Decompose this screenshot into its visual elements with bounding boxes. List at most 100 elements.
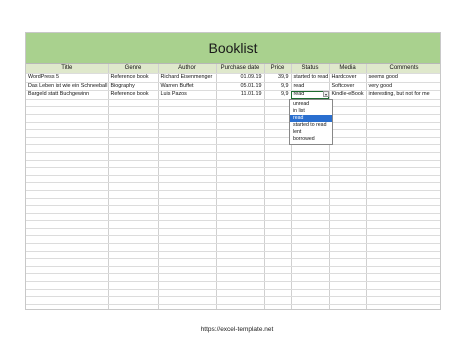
empty-cell[interactable] <box>216 251 265 260</box>
empty-cell[interactable] <box>158 213 217 222</box>
status-option-unread[interactable]: unread <box>290 101 332 108</box>
cell-status[interactable]: started to read <box>291 73 330 83</box>
empty-cell[interactable] <box>264 152 292 161</box>
empty-cell[interactable] <box>26 304 109 309</box>
empty-cell[interactable] <box>26 160 109 169</box>
empty-cell[interactable] <box>329 273 367 283</box>
empty-cell[interactable] <box>216 167 265 176</box>
empty-cell[interactable] <box>329 190 367 199</box>
empty-cell[interactable] <box>291 273 330 283</box>
empty-cell[interactable] <box>264 243 292 252</box>
empty-cell[interactable] <box>26 167 109 176</box>
cell-genre[interactable]: Reference book <box>108 73 159 83</box>
empty-cell[interactable] <box>108 129 159 138</box>
empty-cell[interactable] <box>108 122 159 131</box>
empty-cell[interactable] <box>264 228 292 237</box>
empty-cell[interactable] <box>329 266 367 275</box>
empty-cell[interactable] <box>26 175 109 184</box>
cell-media[interactable]: Hardcover <box>329 73 367 83</box>
empty-cell[interactable] <box>329 144 367 153</box>
status-option-borrowed[interactable]: borrowed <box>290 136 332 143</box>
empty-cell[interactable] <box>108 99 159 108</box>
empty-cell[interactable] <box>108 281 159 290</box>
col-header-price[interactable]: Price <box>264 64 292 74</box>
empty-cell[interactable] <box>264 99 292 108</box>
empty-cell[interactable] <box>264 106 292 115</box>
cell-media[interactable]: Softcover <box>329 82 367 92</box>
empty-cell[interactable] <box>366 258 440 267</box>
empty-cell[interactable] <box>366 220 440 229</box>
cell-comments[interactable]: seems good <box>366 73 440 83</box>
empty-cell[interactable] <box>216 273 265 283</box>
empty-cell[interactable] <box>108 144 159 153</box>
empty-cell[interactable] <box>216 160 265 169</box>
empty-cell[interactable] <box>108 190 159 199</box>
empty-cell[interactable] <box>264 144 292 153</box>
empty-cell[interactable] <box>366 144 440 153</box>
empty-cell[interactable] <box>366 228 440 237</box>
empty-cell[interactable] <box>366 106 440 115</box>
empty-cell[interactable] <box>158 281 217 290</box>
empty-cell[interactable] <box>291 243 330 252</box>
empty-cell[interactable] <box>108 182 159 191</box>
empty-cell[interactable] <box>108 273 159 283</box>
empty-cell[interactable] <box>26 213 109 222</box>
empty-cell[interactable] <box>108 258 159 267</box>
empty-cell[interactable] <box>216 137 265 146</box>
empty-cell[interactable] <box>108 304 159 309</box>
dropdown-arrow-icon[interactable]: ▾ <box>323 91 329 97</box>
empty-cell[interactable] <box>366 122 440 131</box>
empty-cell[interactable] <box>329 137 367 146</box>
empty-cell[interactable] <box>158 160 217 169</box>
empty-cell[interactable] <box>366 129 440 138</box>
empty-cell[interactable] <box>329 106 367 115</box>
empty-cell[interactable] <box>291 167 330 176</box>
cell-title[interactable]: Bargeld statt Buchgewinn <box>26 90 109 100</box>
empty-cell[interactable] <box>291 182 330 191</box>
empty-cell[interactable] <box>329 258 367 267</box>
empty-cell[interactable] <box>26 296 109 305</box>
empty-cell[interactable] <box>216 228 265 237</box>
empty-cell[interactable] <box>26 258 109 267</box>
empty-cell[interactable] <box>216 198 265 207</box>
empty-cell[interactable] <box>366 182 440 191</box>
empty-cell[interactable] <box>158 235 217 245</box>
empty-cell[interactable] <box>291 152 330 161</box>
empty-cell[interactable] <box>329 175 367 184</box>
empty-cell[interactable] <box>366 137 440 146</box>
empty-cell[interactable] <box>291 190 330 199</box>
empty-cell[interactable] <box>26 122 109 131</box>
empty-cell[interactable] <box>158 190 217 199</box>
status-option-lent[interactable]: lent <box>290 129 332 136</box>
cell-price[interactable]: 9,9 <box>264 82 292 92</box>
cell-title[interactable]: WordPress 5 <box>26 73 109 83</box>
empty-cell[interactable] <box>158 114 217 123</box>
empty-cell[interactable] <box>158 137 217 146</box>
empty-cell[interactable] <box>158 266 217 275</box>
cell-status[interactable]: read <box>291 82 330 92</box>
empty-cell[interactable] <box>158 243 217 252</box>
col-header-genre[interactable]: Genre <box>108 64 159 74</box>
empty-cell[interactable] <box>108 289 159 298</box>
empty-cell[interactable] <box>366 198 440 207</box>
empty-cell[interactable] <box>264 175 292 184</box>
empty-cell[interactable] <box>291 281 330 290</box>
empty-cell[interactable] <box>366 114 440 123</box>
col-header-media[interactable]: Media <box>329 64 367 74</box>
empty-cell[interactable] <box>366 190 440 199</box>
empty-cell[interactable] <box>216 266 265 275</box>
empty-cell[interactable] <box>291 144 330 153</box>
empty-cell[interactable] <box>264 296 292 305</box>
empty-cell[interactable] <box>291 258 330 267</box>
empty-cell[interactable] <box>329 167 367 176</box>
cell-genre[interactable]: Biography <box>108 82 159 92</box>
empty-cell[interactable] <box>26 137 109 146</box>
empty-cell[interactable] <box>26 198 109 207</box>
empty-cell[interactable] <box>108 175 159 184</box>
empty-cell[interactable] <box>264 160 292 169</box>
cell-purchase-date[interactable]: 11.01.19 <box>216 90 265 100</box>
empty-cell[interactable] <box>329 160 367 169</box>
empty-cell[interactable] <box>329 251 367 260</box>
empty-cell[interactable] <box>216 205 265 214</box>
empty-cell[interactable] <box>264 273 292 283</box>
